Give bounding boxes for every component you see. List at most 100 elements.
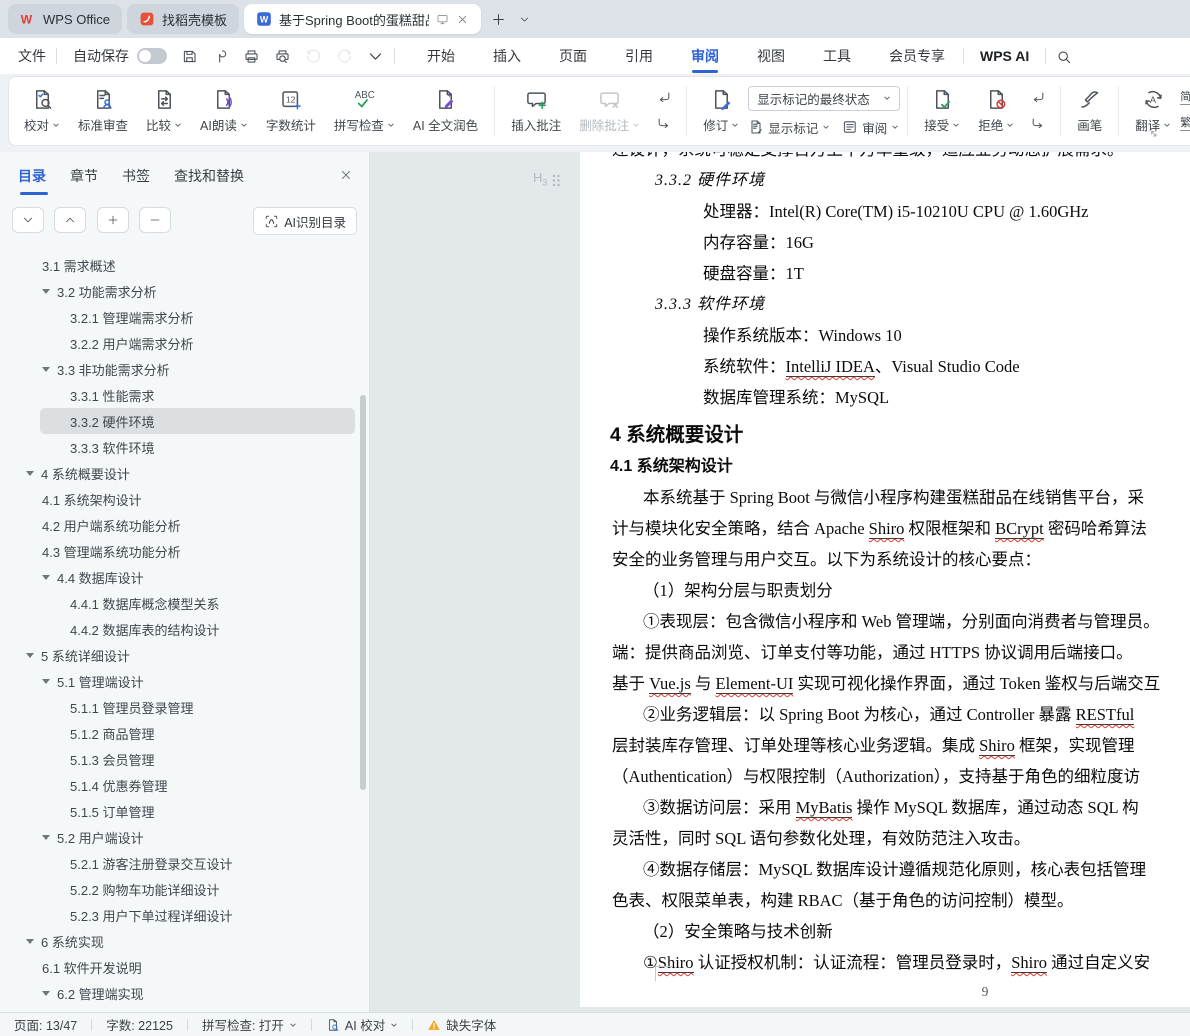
window-tab[interactable]: 找稻壳模板 (126, 4, 239, 34)
doc-line[interactable]: 端：提供商品浏览、订单支付等功能，通过 HTTPS 协议调用后端接口。 (580, 637, 1190, 668)
ribbon-button-accept[interactable]: 接受 (915, 80, 969, 142)
ribbon-button-ai-read[interactable]: AI朗读 (191, 80, 257, 142)
expand-arrow-icon[interactable] (42, 288, 50, 294)
toc-item[interactable]: 5.1 管理端设计 (0, 668, 359, 694)
undo-icon[interactable] (305, 47, 322, 65)
doc-line[interactable]: ④数据存储层：MySQL 数据库设计遵循规范化原则，核心表包括管理 (580, 854, 1190, 885)
print-icon[interactable] (243, 47, 260, 65)
doc-line[interactable]: （1）架构分层与职责划分 (580, 575, 1190, 606)
toc-item[interactable]: 4.3 管理端系统功能分析 (0, 538, 359, 564)
doc-line[interactable]: 本系统基于 Spring Boot 与微信小程序构建蛋糕甜品在线销售平台，采 (580, 482, 1190, 513)
ribbon-button-proofread[interactable]: 校对 (15, 80, 69, 142)
search-button[interactable] (1056, 47, 1072, 64)
previous-change-icon[interactable] (1027, 89, 1049, 107)
doc-line[interactable]: 色表、权限菜单表，构建 RBAC（基于角色的访问控制）模型。 (580, 885, 1190, 916)
ribbon-button-spell-check[interactable]: ABC 拼写检查 (325, 80, 404, 142)
sidebar-scrollbar-thumb[interactable] (360, 395, 366, 790)
doc-line[interactable]: （2）安全策略与技术创新 (580, 916, 1190, 947)
expand-arrow-icon[interactable] (42, 834, 50, 840)
menu-item-开始[interactable]: 开始 (425, 38, 457, 74)
menu-item-工具[interactable]: 工具 (821, 38, 853, 74)
doc-line[interactable]: 安全的业务管理与用户交互。以下为系统设计的核心要点： (580, 544, 1190, 575)
doc-line[interactable]: ③数据访问层：采用 MyBatis 操作 MySQL 数据库，通过动态 SQL … (580, 792, 1190, 823)
toc-item[interactable]: 3.1 需求概述 (0, 252, 359, 278)
redo-icon[interactable] (336, 47, 353, 65)
toc-item[interactable]: 3.2 功能需求分析 (0, 278, 359, 304)
toc-item[interactable]: 5.1.5 订单管理 (0, 798, 359, 824)
toc-item[interactable]: 3.2.1 管理端需求分析 (0, 304, 359, 330)
previous-comment-icon[interactable] (653, 89, 675, 107)
menu-item-视图[interactable]: 视图 (755, 38, 787, 74)
markup-state-select[interactable]: 显示标记的最终状态 (748, 85, 901, 111)
doc-line[interactable]: H3 3.3.2 硬件环境 (533, 165, 1190, 196)
ribbon-button-to-traditional[interactable]: 简→转繁 (1180, 89, 1190, 108)
sidebar-tab-章节[interactable]: 章节 (70, 166, 98, 195)
dialog-launcher-icon[interactable] (1150, 126, 1160, 144)
ribbon-button-pen[interactable]: 画笔 (1068, 80, 1111, 142)
file-menu-button[interactable]: 文件 (12, 46, 46, 66)
ribbon-button-compare[interactable]: 比较 (137, 80, 191, 142)
ribbon-button-delete-comment[interactable]: 删除批注 (570, 80, 649, 142)
next-comment-icon[interactable] (653, 115, 675, 133)
ribbon-button-reject[interactable]: 拒绝 (969, 80, 1023, 142)
ribbon-button-ai-polish[interactable]: AI 全文润色 (404, 80, 487, 142)
sidebar-close-icon[interactable] (339, 166, 353, 184)
toc-collapse-up-button[interactable] (54, 207, 87, 233)
toc-item[interactable]: 5.1.2 商品管理 (0, 720, 359, 746)
expand-arrow-icon[interactable] (42, 574, 50, 580)
toc-item[interactable]: 5.2.3 用户下单过程详细设计 (0, 902, 359, 928)
toc-item[interactable]: 3.3.3 软件环境 (0, 434, 359, 460)
tab-list-chevron-icon[interactable] (512, 6, 538, 32)
doc-line[interactable]: 操作系统版本：Windows 10 (580, 320, 1190, 351)
toc-item[interactable]: 4.1 系统架构设计 (0, 486, 359, 512)
sidebar-tab-书签[interactable]: 书签 (122, 166, 150, 195)
doc-line[interactable]: 层封装库存管理、订单处理等核心业务逻辑。集成 Shiro 框架，实现管理 (580, 730, 1190, 761)
doc-line[interactable]: 基于 Vue.js 与 Element-UI 实现可视化操作界面，通过 Toke… (580, 668, 1190, 699)
toc-item[interactable]: 6.1 软件开发说明 (0, 954, 359, 980)
doc-line[interactable]: 处理器：Intel(R) Core(TM) i5-10210U CPU @ 1.… (580, 196, 1190, 227)
toc-zoom-out-button[interactable] (139, 207, 172, 233)
doc-line[interactable]: 硬盘容量：1T (580, 258, 1190, 289)
toc-item[interactable]: 5 系统详细设计 (0, 642, 359, 668)
toc-item[interactable]: 6 系统实现 (0, 928, 359, 954)
menu-item-页面[interactable]: 页面 (557, 38, 589, 74)
window-tab[interactable]: W 基于Spring Boot的蛋糕甜品 (243, 4, 481, 34)
expand-arrow-icon[interactable] (26, 470, 34, 476)
doc-line[interactable]: 计与模块化安全策略，结合 Apache Shiro 权限框架和 BCrypt 密… (580, 513, 1190, 544)
toc-item[interactable]: 5.1.3 会员管理 (0, 746, 359, 772)
ribbon-button-standard-review[interactable]: 标准审查 (69, 80, 137, 142)
window-tab[interactable]: W WPS Office (8, 4, 122, 34)
expand-arrow-icon[interactable] (42, 366, 50, 372)
expand-arrow-icon[interactable] (26, 938, 34, 944)
toc-expand-down-button[interactable] (12, 207, 44, 233)
doc-line[interactable]: 迁设计，系统可稳定支撑百万上千万单量级，适应业务动态扩展需求。 (580, 152, 1190, 165)
doc-line[interactable]: ②业务逻辑层：以 Spring Boot 为核心，通过 Controller 暴… (580, 699, 1190, 730)
menu-item-审阅[interactable]: 审阅 (689, 38, 721, 74)
new-tab-button[interactable] (486, 6, 512, 32)
toc-item[interactable]: 3.3 非功能需求分析 (0, 356, 359, 382)
sidebar-tab-目录[interactable]: 目录 (18, 166, 48, 195)
toc-item[interactable]: 5.2 用户端设计 (0, 824, 359, 850)
expand-arrow-icon[interactable] (42, 678, 50, 684)
toc-item[interactable]: 4.4 数据库设计 (0, 564, 359, 590)
toc-item[interactable]: 4.4.1 数据库概念模型关系 (0, 590, 359, 616)
doc-line[interactable]: 数据库管理系统：MySQL (580, 382, 1190, 413)
toc-item[interactable]: 5.1.4 优惠券管理 (0, 772, 359, 798)
autosave-toggle[interactable] (137, 48, 167, 64)
toc-item[interactable]: 3.2.2 用户端需求分析 (0, 330, 359, 356)
doc-line[interactable]: 系统软件：IntelliJ IDEA、Visual Studio Code (580, 351, 1190, 382)
sidebar-tab-查找和替换[interactable]: 查找和替换 (174, 166, 244, 195)
ribbon-button-show-markup[interactable]: 显示标记 (748, 118, 830, 137)
doc-line[interactable]: 3.3.3 软件环境 (580, 289, 1190, 320)
expand-arrow-icon[interactable] (26, 652, 34, 658)
ribbon-button-to-simplified[interactable]: 繁→转简 (1180, 115, 1190, 134)
doc-line[interactable]: 灵活性，同时 SQL 语句参数化处理，有效防范注入攻击。 (580, 823, 1190, 854)
doc-line[interactable]: 内存容量：16G (580, 227, 1190, 258)
toc-item[interactable]: 3.3.1 性能需求 (0, 382, 359, 408)
toc-zoom-in-button[interactable] (96, 207, 129, 233)
ribbon-button-word-count[interactable]: 12 字数统计 (257, 80, 325, 142)
menu-item-插入[interactable]: 插入 (491, 38, 523, 74)
toc-item[interactable]: 5.2.1 游客注册登录交互设计 (0, 850, 359, 876)
ribbon-button-track-changes[interactable]: 修订 (694, 80, 748, 142)
share-icon[interactable] (212, 47, 229, 65)
